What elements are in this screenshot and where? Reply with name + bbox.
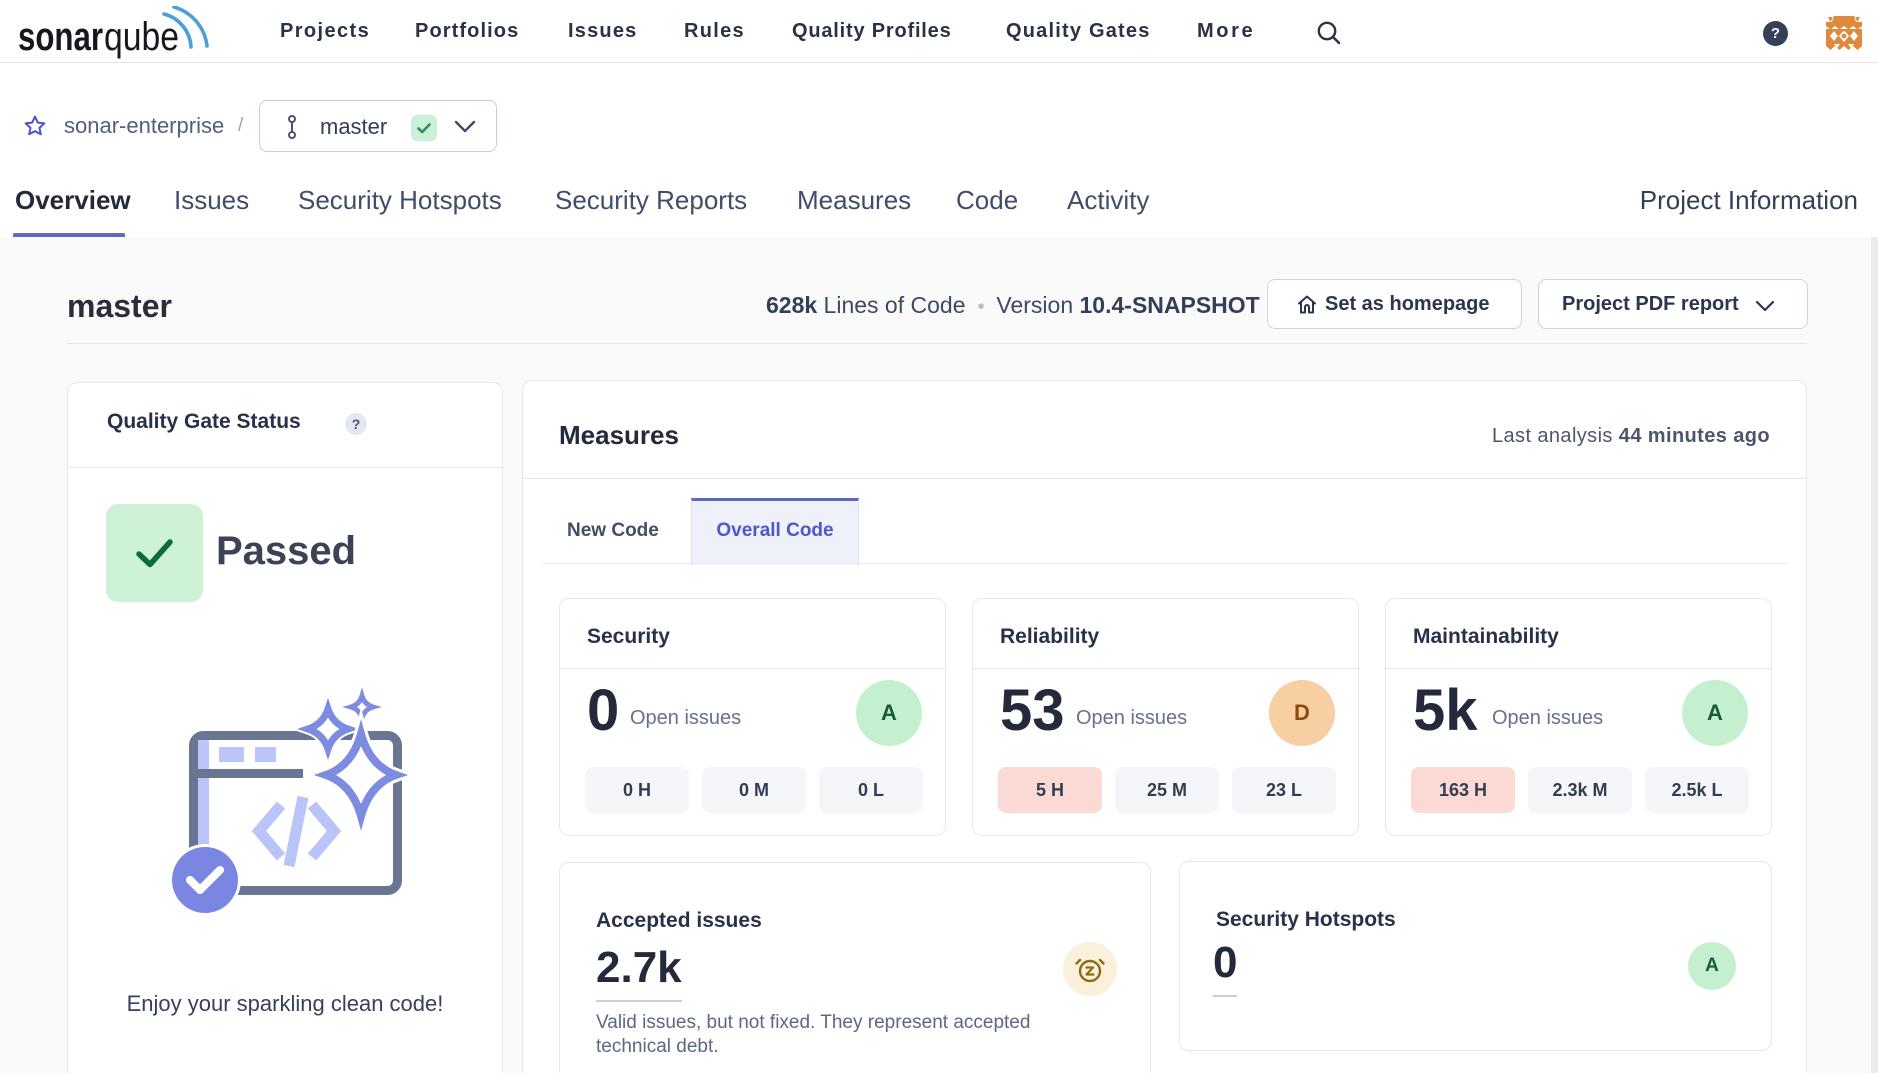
svg-text:sonar: sonar bbox=[18, 15, 103, 59]
svg-text:qube: qube bbox=[104, 15, 179, 59]
